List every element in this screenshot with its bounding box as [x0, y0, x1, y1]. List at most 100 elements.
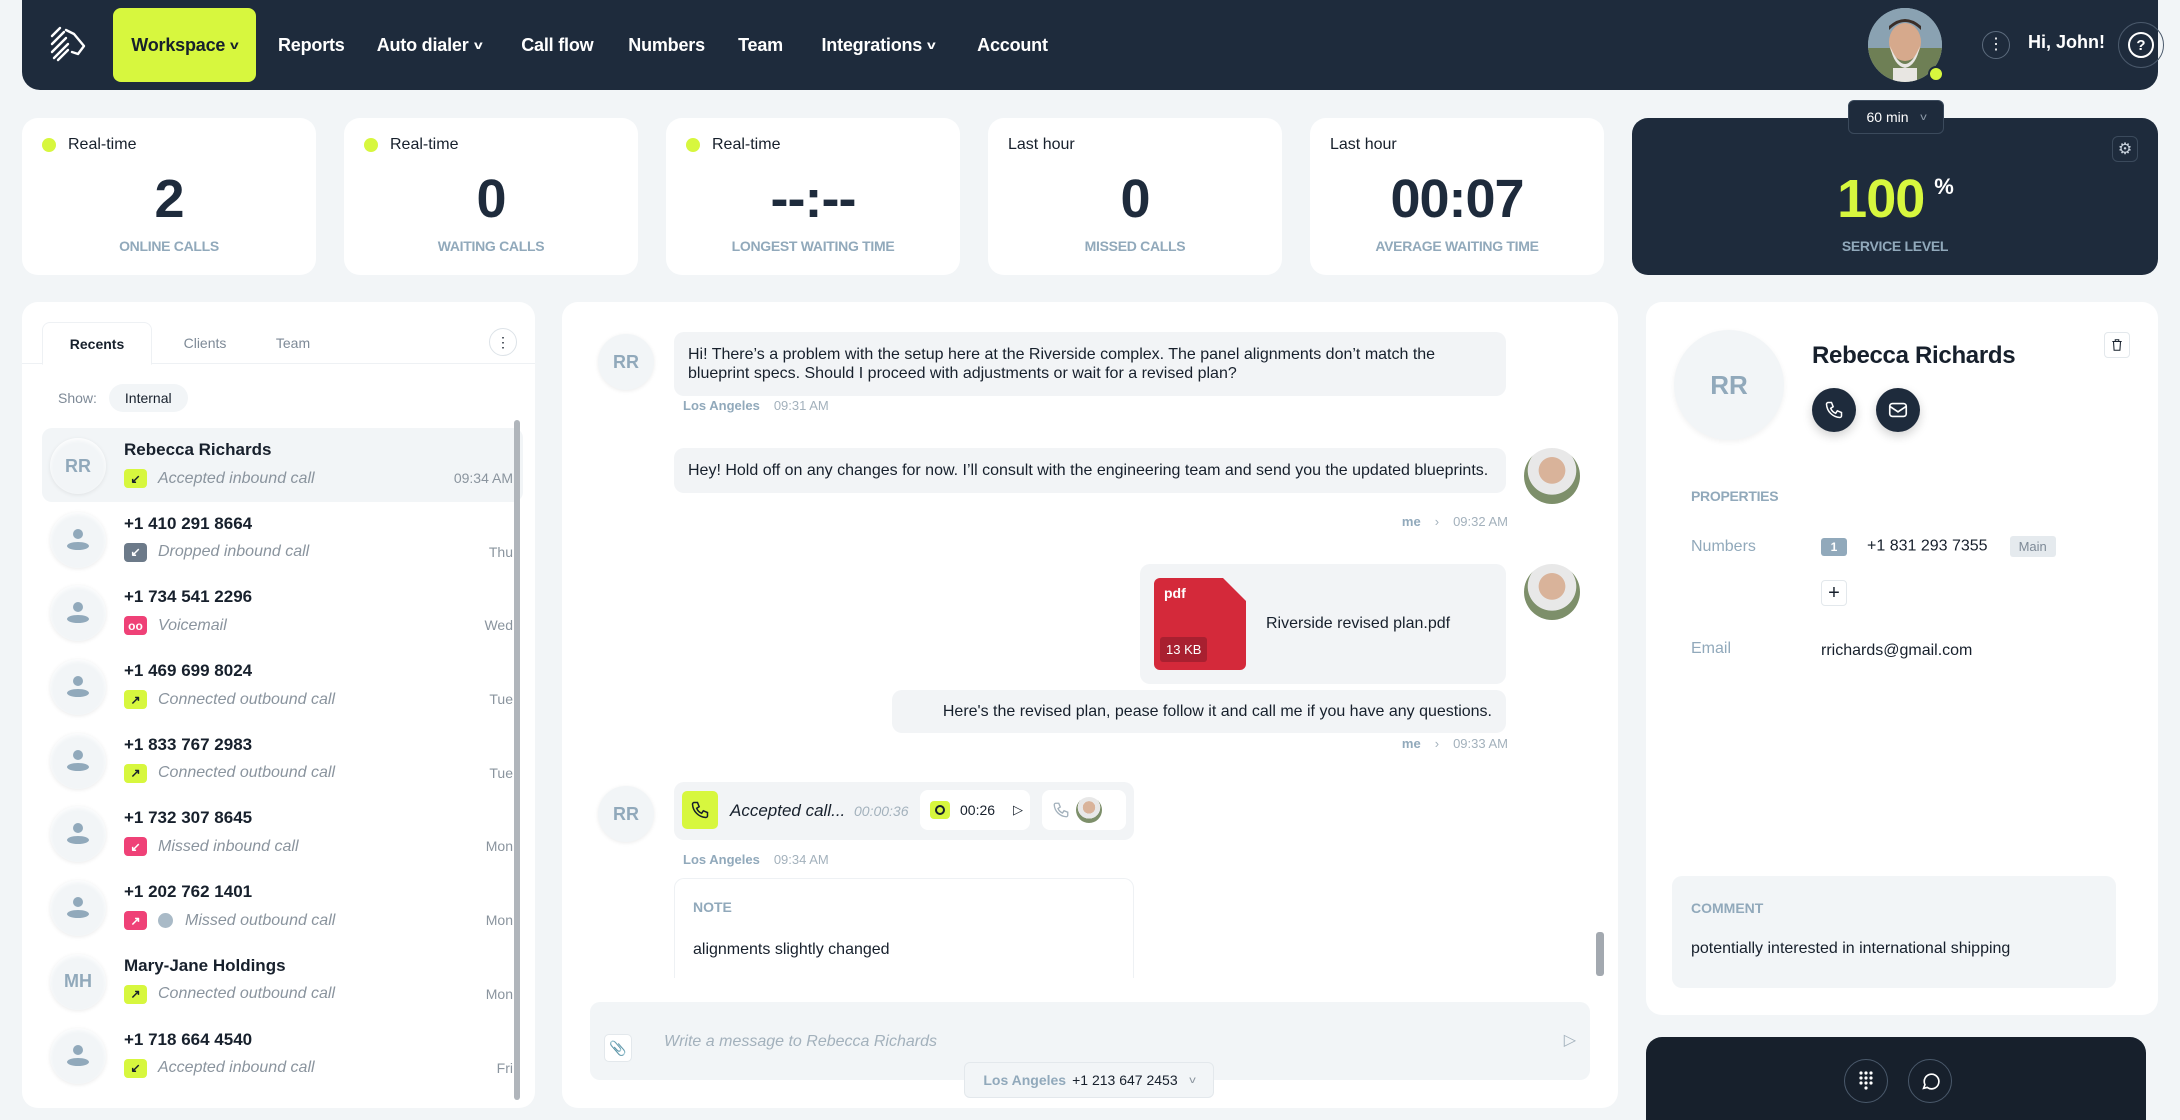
- call-log-entry[interactable]: Accepted call... 00:00:36 00:26 ▷: [674, 782, 1134, 840]
- help-button[interactable]: ?: [2118, 22, 2164, 68]
- contact-number[interactable]: +1 831 293 7355: [1867, 538, 1988, 555]
- tab-recents[interactable]: Recents: [42, 322, 152, 365]
- conversation-scrollbar[interactable]: [1596, 932, 1604, 976]
- contact-name: +1 202 762 1401: [124, 882, 253, 902]
- call-status-text: Dropped inbound call: [158, 543, 310, 561]
- call-time: 09:34 AM: [453, 470, 513, 486]
- service-level-number: 100: [1837, 169, 1925, 229]
- call-status: ↗ Connected outbound call: [124, 763, 335, 783]
- mail-icon: [1888, 402, 1908, 418]
- stat-card-online-calls: Real-time 2 ONLINE CALLS: [22, 118, 316, 275]
- contact-email[interactable]: rrichards@gmail.com: [1821, 642, 1972, 660]
- attachment-bubble[interactable]: pdf 13 KB Riverside revised plan.pdf: [1140, 564, 1506, 684]
- outbound-call-icon: ↗: [124, 911, 147, 931]
- nav-item-numbers[interactable]: Numbers: [628, 8, 705, 82]
- app-logo-icon[interactable]: [46, 22, 90, 66]
- person-icon: [67, 602, 89, 624]
- stat-value: 0: [1120, 169, 1150, 229]
- my-avatar: [1524, 448, 1580, 504]
- person-icon: [67, 676, 89, 698]
- recent-call-item[interactable]: +1 732 307 8645 ↙ Missed inbound call Mon: [42, 796, 523, 870]
- add-number-button[interactable]: +: [1821, 580, 1847, 606]
- period-dropdown[interactable]: 60 min v: [1848, 100, 1944, 134]
- play-icon[interactable]: ▷: [1013, 802, 1023, 818]
- nav-item-workspace[interactable]: Workspace v: [113, 8, 256, 82]
- chevron-right-icon: ›: [1434, 736, 1440, 751]
- chevron-down-icon: v: [230, 38, 239, 52]
- plus-icon: +: [1828, 581, 1840, 604]
- call-contact-button[interactable]: [1812, 388, 1856, 432]
- dialer-dock: [1646, 1037, 2146, 1120]
- recent-call-item[interactable]: +1 734 541 2296 oo Voicemail Wed: [42, 575, 523, 649]
- message-sender[interactable]: me: [1402, 514, 1421, 529]
- recent-call-item[interactable]: +1 833 767 2983 ↗ Connected outbound call T…: [42, 723, 523, 797]
- nav-item-reports[interactable]: Reports: [278, 8, 345, 82]
- send-icon[interactable]: ▷: [1564, 1030, 1576, 1050]
- message-bubble: Hey! Hold off on any changes for now. I’…: [674, 448, 1506, 493]
- attach-button[interactable]: 📎: [604, 1034, 632, 1062]
- recent-call-item[interactable]: RR Rebecca Richards ↙ Accepted inbound call…: [42, 428, 523, 502]
- from-number-dropdown[interactable]: Los Angeles +1 213 647 2453 v: [964, 1062, 1214, 1098]
- nav-item-call-flow[interactable]: Call flow: [521, 8, 593, 82]
- file-size: 13 KB: [1160, 637, 1208, 662]
- dialpad-button[interactable]: [1844, 1059, 1888, 1103]
- number-row: 1 +1 831 293 7355 Main: [1821, 536, 2056, 557]
- recording-player[interactable]: 00:26 ▷: [920, 790, 1030, 830]
- outbound-call-icon: ↗: [124, 763, 147, 783]
- trash-icon: [2112, 339, 2122, 351]
- agent-avatar: [1076, 797, 1102, 823]
- nav-item-auto-dialer[interactable]: Auto dialer v: [376, 8, 483, 82]
- tab-clients[interactable]: Clients: [160, 322, 250, 364]
- recent-call-item[interactable]: +1 469 699 8024 ↗ Connected outbound call T…: [42, 649, 523, 723]
- call-status: ↗ Connected outbound call: [124, 690, 335, 710]
- message-time: 09:33 AM: [1453, 736, 1508, 751]
- stat-period-label: Last hour: [1330, 136, 1397, 153]
- contact-name: +1 410 291 8664: [124, 513, 253, 533]
- nav-item-label: Reports: [278, 34, 345, 55]
- more-options-button[interactable]: ⋮: [1982, 31, 2010, 59]
- contact-name: +1 732 307 8645: [124, 808, 253, 828]
- nav-item-label: Auto dialer: [376, 34, 469, 55]
- recording-length: 00:26: [960, 802, 996, 818]
- call-time: Mon: [485, 985, 513, 1002]
- recents-tabs: Recents Clients Team: [22, 322, 535, 365]
- message-input[interactable]: [664, 1026, 1514, 1058]
- file-name[interactable]: Riverside revised plan.pdf: [1266, 614, 1450, 633]
- recent-call-item[interactable]: +1 718 664 4540 ↙ Accepted inbound call Fri: [42, 1018, 523, 1092]
- tab-team[interactable]: Team: [248, 322, 338, 364]
- filter-chip-internal[interactable]: Internal: [108, 384, 188, 412]
- recent-call-item[interactable]: MH Mary-Jane Holdings ↗ Connected outbound …: [42, 944, 523, 1018]
- number-tag: Main: [2009, 536, 2056, 557]
- delete-contact-button[interactable]: [2104, 332, 2130, 358]
- call-time: Fri: [496, 1059, 513, 1076]
- recents-panel: Recents Clients Team ⋮ Show: Internal RR…: [22, 302, 535, 1108]
- message-bubble: Hi! There’s a problem with the setup her…: [674, 332, 1506, 396]
- nav-item-team[interactable]: Team: [738, 8, 783, 82]
- settings-gear-icon[interactable]: ⚙: [2112, 136, 2138, 162]
- stat-period-label: Last hour: [1008, 136, 1075, 153]
- contact-avatar-large: RR: [1674, 330, 1784, 440]
- chat-button[interactable]: [1908, 1059, 1952, 1103]
- call-status-text: Missed outbound call: [185, 911, 336, 929]
- inbound-call-icon: ↙: [124, 837, 147, 857]
- contact-name: +1 833 767 2983: [124, 734, 253, 754]
- call-time: Thu: [488, 543, 513, 560]
- email-contact-button[interactable]: [1876, 388, 1920, 432]
- call-participants[interactable]: [1042, 790, 1126, 830]
- stat-value: 00:07: [1390, 169, 1524, 229]
- comment-text[interactable]: potentially interested in international …: [1691, 940, 2010, 958]
- list-options-button[interactable]: ⋮: [489, 328, 517, 356]
- message-sender[interactable]: me: [1402, 736, 1421, 751]
- call-status: ↙ Accepted inbound call: [124, 1058, 315, 1078]
- nav-item-account[interactable]: Account: [977, 8, 1048, 82]
- person-icon: [67, 528, 89, 551]
- stat-value: --:--: [770, 169, 857, 229]
- recent-call-item[interactable]: +1 410 291 8664 ↙ Dropped inbound call Thu: [42, 502, 523, 576]
- record-icon: [930, 801, 950, 819]
- nav-item-label: Numbers: [628, 34, 705, 55]
- recents-scrollbar[interactable]: [514, 420, 520, 1100]
- top-navbar: Workspace v Reports Auto dialer v Call flow Nu…: [22, 0, 2164, 90]
- nav-item-integrations[interactable]: Integrations v: [821, 8, 935, 82]
- recent-call-item[interactable]: +1 202 762 1401 ↗ Missed outbound call Mon: [42, 870, 523, 944]
- message-meta: Los Angeles 09:34 AM: [683, 852, 829, 867]
